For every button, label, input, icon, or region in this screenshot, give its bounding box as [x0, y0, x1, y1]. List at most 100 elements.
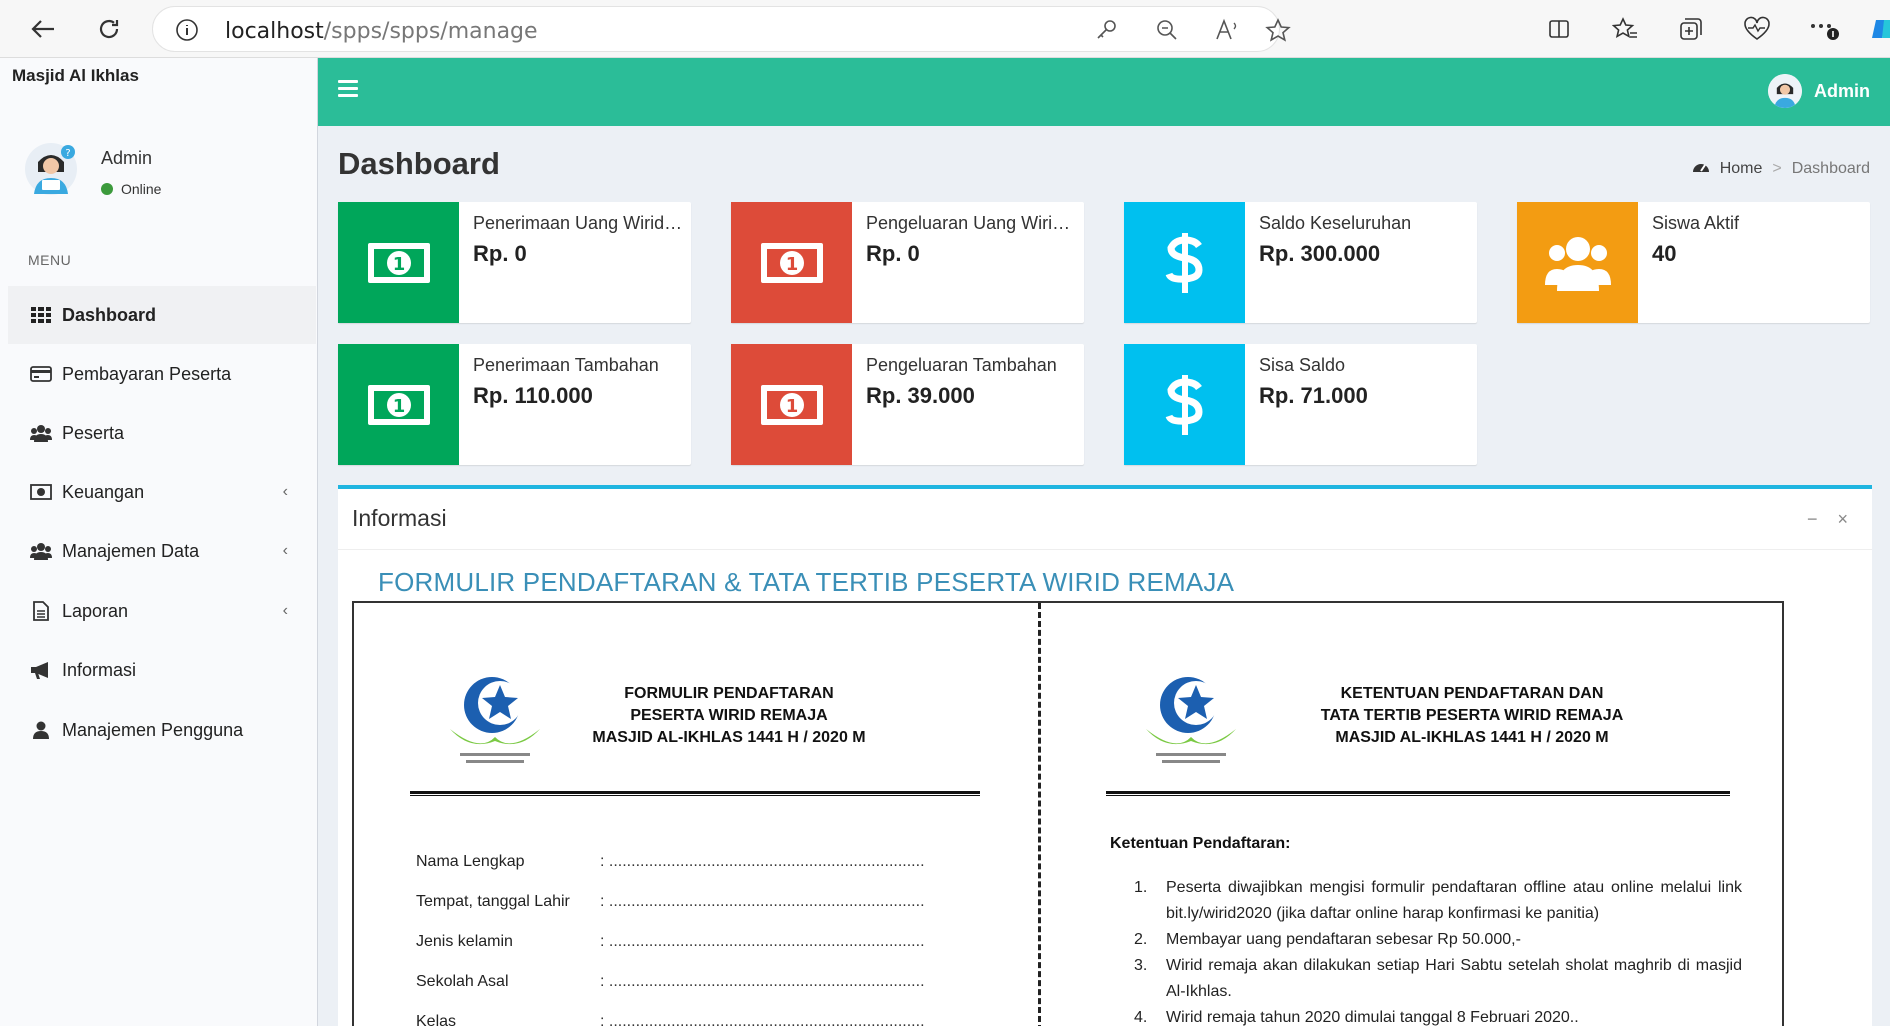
- form-field-dots: : ......................................…: [600, 1013, 925, 1026]
- chevron-left-icon: ‹: [282, 483, 288, 500]
- sidebar-item-label: Manajemen Pengguna: [62, 719, 244, 740]
- info-box-label: Pengeluaran Tambahan: [866, 355, 1057, 375]
- brand-title[interactable]: Masjid Al Ikhlas: [12, 66, 139, 86]
- double-rule: [1106, 791, 1730, 796]
- rules-list: 1. Peserta diwajibkan mengisi formulir pe…: [1134, 875, 1742, 1026]
- hamburger-menu-icon[interactable]: [338, 80, 358, 100]
- svg-text:1: 1: [392, 254, 405, 275]
- list-item: 3. Wirid remaja akan dilakukan setiap Har…: [1134, 953, 1742, 1005]
- form-field-dots: : ......................................…: [600, 893, 925, 910]
- panel-title: Informasi: [352, 505, 447, 531]
- sidebar-item-label: Peserta: [62, 422, 125, 443]
- forum-logo-icon: [1136, 673, 1246, 769]
- favorite-star-icon[interactable]: [1265, 18, 1291, 47]
- credit-card-icon: [30, 364, 52, 384]
- user-avatar: ?: [24, 142, 78, 196]
- info-box-sisa-saldo[interactable]: Sisa Saldo Rp. 71.000: [1124, 344, 1477, 465]
- svg-text:?: ?: [65, 148, 70, 159]
- breadcrumb-separator: >: [1772, 159, 1782, 177]
- sidebar-item-manajemen-data[interactable]: Manajemen Data ‹: [8, 522, 316, 580]
- list-item: 2. Membayar uang pendaftaran sebesar Rp 5…: [1134, 927, 1742, 953]
- double-rule: [410, 791, 980, 796]
- sidebar-item-keuangan[interactable]: Keuangan ‹: [8, 463, 316, 521]
- form-field-label: Kelas: [416, 1013, 457, 1026]
- top-navbar: Admin: [318, 58, 1890, 126]
- online-dot-icon: [101, 183, 113, 195]
- user-status-label: Online: [121, 181, 162, 197]
- url-text: localhost/spps/spps/manage: [225, 19, 538, 44]
- info-box-pengeluaran-tambahan[interactable]: 1 Pengeluaran Tambahan Rp. 39.000: [731, 344, 1084, 465]
- sidebar-item-pembayaran-peserta[interactable]: Pembayaran Peserta: [8, 345, 316, 403]
- sidebar-item-dashboard[interactable]: Dashboard: [8, 286, 316, 344]
- breadcrumb-home[interactable]: Home: [1720, 160, 1763, 178]
- rule-number: 4.: [1134, 1009, 1148, 1026]
- sidebar: Masjid Al Ikhlas ? Admin Online MENU Das…: [0, 58, 318, 1026]
- sidebar-item-laporan[interactable]: Laporan ‹: [8, 582, 316, 640]
- favorites-icon[interactable]: [1606, 10, 1644, 48]
- info-box-penerimaan-wirid[interactable]: 1 Penerimaan Uang Wirid Remaja Rp. 0: [338, 202, 691, 323]
- forum-logo-icon: [440, 673, 550, 769]
- users-icon: [1517, 202, 1638, 323]
- form-field-label: Sekolah Asal: [416, 973, 509, 990]
- divider: [338, 549, 1872, 550]
- form-field-label: Nama Lengkap: [416, 853, 525, 870]
- form-field-label: Jenis kelamin: [416, 933, 513, 950]
- sidebar-item-label: Pembayaran Peserta: [62, 363, 232, 384]
- sidebar-item-informasi[interactable]: Informasi: [8, 641, 316, 699]
- money-bill-icon: 1: [338, 202, 459, 323]
- form-field-dots: : ......................................…: [600, 933, 925, 950]
- key-icon[interactable]: [1095, 18, 1119, 47]
- rule-text: Membayar uang pendaftaran sebesar Rp 50.…: [1166, 931, 1521, 948]
- info-box-siswa-aktif[interactable]: Siswa Aktif 40: [1517, 202, 1870, 323]
- chevron-left-icon: ‹: [282, 542, 288, 559]
- rule-number: 2.: [1134, 931, 1148, 948]
- minimize-icon[interactable]: −: [1807, 509, 1818, 530]
- sidebar-item-label: Dashboard: [62, 304, 157, 325]
- rule-text: Peserta diwajibkan mengisi formulir pend…: [1166, 879, 1742, 922]
- grid-icon: [30, 305, 52, 325]
- zoom-out-icon[interactable]: [1155, 18, 1179, 47]
- info-box-saldo-keseluruhan[interactable]: Saldo Keseluruhan Rp. 300.000: [1124, 202, 1477, 323]
- users-icon: [30, 541, 52, 561]
- form-right-title-line: TATA TERTIB PESERTA WIRID REMAJA: [1320, 707, 1624, 724]
- more-menu-icon[interactable]: [1806, 10, 1844, 48]
- money-bill-icon: 1: [731, 344, 852, 465]
- info-box-value: Rp. 0: [866, 241, 920, 266]
- info-box-pengeluaran-wirid[interactable]: 1 Pengeluaran Uang Wirid Remaja Rp. 0: [731, 202, 1084, 323]
- info-icon[interactable]: [175, 18, 199, 47]
- info-box-value: Rp. 110.000: [473, 383, 593, 408]
- info-box-label: Siswa Aktif: [1652, 213, 1740, 233]
- dashed-divider: [1038, 603, 1041, 1026]
- rules-heading: Ketentuan Pendaftaran:: [1110, 835, 1291, 852]
- back-icon[interactable]: [24, 10, 62, 48]
- sidebar-item-label: Laporan: [62, 600, 129, 621]
- read-aloud-icon[interactable]: [1215, 18, 1241, 47]
- user-icon: [30, 720, 52, 740]
- dashboard-gauge-icon: [1692, 158, 1710, 179]
- copilot-icon[interactable]: [1864, 10, 1890, 48]
- money-icon: [30, 482, 52, 502]
- info-box-penerimaan-tambahan[interactable]: 1 Penerimaan Tambahan Rp. 110.000: [338, 344, 691, 465]
- dollar-icon: [1124, 344, 1245, 465]
- close-icon[interactable]: ×: [1837, 509, 1848, 530]
- breadcrumb: Home > Dashboard: [1692, 158, 1870, 179]
- info-box-label: Penerimaan Tambahan: [473, 355, 659, 375]
- browser-essentials-icon[interactable]: [1738, 10, 1776, 48]
- form-left-title-line: MASJID AL-IKHLAS 1441 H / 2020 M: [592, 729, 866, 746]
- user-menu[interactable]: Admin: [1768, 74, 1870, 108]
- address-bar[interactable]: localhost/spps/spps/manage: [152, 6, 1291, 52]
- sidebar-item-label: Manajemen Data: [62, 540, 200, 561]
- breadcrumb-current: Dashboard: [1791, 159, 1870, 177]
- sidebar-item-manajemen-pengguna[interactable]: Manajemen Pengguna: [8, 701, 316, 759]
- file-icon: [30, 601, 52, 621]
- info-box-label: Penerimaan Uang Wirid Remaja: [473, 213, 683, 233]
- form-left-title-line: FORMULIR PENDAFTARAN: [624, 685, 834, 702]
- registration-form-image: FORMULIR PENDAFTARAN PESERTA WIRID REMAJ…: [352, 601, 1784, 1026]
- refresh-icon[interactable]: [90, 10, 128, 48]
- split-screen-icon[interactable]: [1540, 10, 1578, 48]
- rule-text: Wirid remaja akan dilakukan setiap Hari …: [1166, 957, 1742, 1000]
- collections-icon[interactable]: [1672, 10, 1710, 48]
- bullhorn-icon: [30, 660, 52, 680]
- sidebar-item-label: Keuangan: [62, 481, 145, 502]
- sidebar-item-peserta[interactable]: Peserta: [8, 404, 316, 462]
